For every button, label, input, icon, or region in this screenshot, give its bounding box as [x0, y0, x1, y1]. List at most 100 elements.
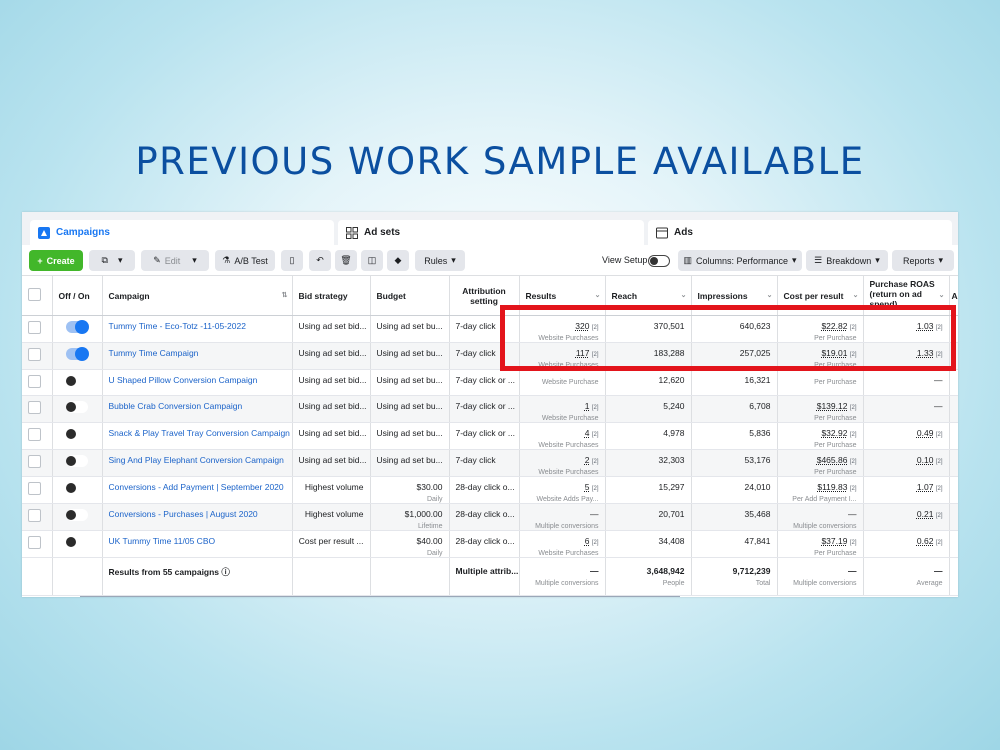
cell-cpr: $465.86 [2] Per Purchase — [777, 449, 864, 477]
row-checkbox[interactable] — [22, 369, 53, 396]
chevron-down-icon: ⌄ — [594, 292, 601, 299]
reports-button[interactable]: Reports ▾ — [892, 250, 954, 271]
campaign-name-link[interactable]: U Shaped Pillow Conversion Campaign — [102, 369, 293, 396]
row-checkbox[interactable] — [22, 476, 53, 504]
reports-label: Reports — [902, 255, 935, 266]
cell-budget: Using ad set bu... — [370, 395, 450, 423]
cell-budget-value: $1,000.00 — [404, 509, 443, 519]
cell-roas-value[interactable]: 0.21 — [917, 509, 934, 519]
cell-cpr-value[interactable]: $119.83 — [817, 482, 847, 492]
view-setup-toggle[interactable] — [648, 255, 670, 267]
cell-reach-value: 20,701 — [658, 509, 685, 519]
cell-roas-value[interactable]: 0.62 — [917, 536, 934, 546]
delivery-toggle[interactable] — [52, 530, 103, 558]
campaign-name-link[interactable]: Bubble Crab Conversion Campaign — [102, 395, 293, 423]
delivery-toggle[interactable] — [52, 422, 103, 450]
cell-results: — Multiple conversions — [519, 503, 606, 531]
select-all-checkbox[interactable] — [22, 275, 53, 316]
row-checkbox[interactable] — [22, 315, 53, 343]
cell-bid: Using ad set bid... — [292, 449, 371, 477]
scrollbar-line — [80, 596, 680, 597]
delivery-toggle[interactable] — [52, 503, 103, 531]
tag-button[interactable]: ◆ — [387, 250, 409, 271]
cell-cpr-value[interactable]: $465.86 — [817, 455, 848, 465]
delivery-toggle[interactable] — [52, 315, 103, 343]
row-checkbox[interactable] — [22, 395, 53, 423]
edit-button[interactable]: ✎ Edit ▾ — [141, 250, 209, 271]
chevron-down-icon: ⌄ — [680, 292, 687, 299]
col-campaign[interactable]: Campaign ⇅ — [102, 275, 293, 316]
ab-test-label: A/B Test — [234, 255, 268, 266]
trash-button[interactable]: 🗑 — [335, 250, 357, 271]
campaign-name-link[interactable]: UK Tummy Time 11/05 CBO — [102, 530, 293, 558]
cell-roas-value[interactable]: 1.07 — [917, 482, 934, 492]
preview-button[interactable]: ◫ — [361, 250, 383, 271]
row-checkbox[interactable] — [22, 530, 53, 558]
cell-bid: Using ad set bid... — [292, 395, 371, 423]
col-reach-label: Reach — [611, 290, 638, 301]
cell-impressions: 5,836 — [691, 422, 778, 450]
toolbar: + Create ⧉ ▾ ✎ Edit ▾ ⚗ A/B Test ▯ ↶ 🗑 ◫ … — [22, 245, 958, 275]
tab-ad-sets[interactable]: Ad sets — [338, 220, 644, 245]
cell-results-sub: Website Purchase — [541, 415, 599, 422]
undo-button[interactable]: ↶ — [309, 250, 331, 271]
delete-draft-button[interactable]: ▯ — [281, 250, 303, 271]
preview-icon: ◫ — [367, 255, 377, 265]
row-checkbox[interactable] — [22, 449, 53, 477]
cell-impressions-value: 6,708 — [749, 401, 771, 411]
cell-roas: 0.21 [2] — [863, 503, 950, 531]
cell-results-value[interactable]: 2 — [585, 455, 590, 465]
ads-manager-panel: Campaigns Ad sets Ads + Create ⧉ ▾ ✎ Edit… — [22, 212, 958, 597]
totals-row: Results from 55 campaigns ⓘ Multiple att… — [22, 557, 958, 596]
campaign-name-link[interactable]: Sing And Play Elephant Conversion Campai… — [102, 449, 293, 477]
breakdown-button[interactable]: ☰ Breakdown ▾ — [806, 250, 888, 271]
delivery-toggle[interactable] — [52, 476, 103, 504]
columns-button[interactable]: ▥ Columns: Performance ▾ — [678, 250, 802, 271]
row-checkbox[interactable] — [22, 422, 53, 450]
delivery-toggle[interactable] — [52, 449, 103, 477]
totals-reach-sub: People — [662, 580, 685, 587]
campaign-name-link[interactable]: Tummy Time Campaign — [102, 342, 293, 370]
cell-budget: Using ad set bu... — [370, 369, 450, 396]
row-checkbox[interactable] — [22, 342, 53, 370]
rules-button[interactable]: Rules ▾ — [415, 250, 465, 271]
cell-budget-value: Using ad set bu... — [376, 455, 443, 465]
delivery-toggle[interactable] — [52, 395, 103, 423]
cell-bid: Using ad set bid... — [292, 315, 371, 343]
campaign-name-link[interactable]: Conversions - Purchases | August 2020 — [102, 503, 293, 531]
cell-roas-value[interactable]: 0.49 — [917, 428, 934, 438]
cell-results-value[interactable]: 5 — [585, 482, 590, 492]
cell-results-value[interactable]: 6 — [585, 536, 590, 546]
cell-cpr-value[interactable]: $37.19 — [821, 536, 847, 546]
cell-bid: Cost per result ... — [292, 530, 371, 558]
campaign-name-link[interactable]: Conversions - Add Payment | September 20… — [102, 476, 293, 504]
campaign-name-link[interactable]: Snack & Play Travel Tray Conversion Camp… — [102, 422, 293, 450]
col-budget[interactable]: Budget — [370, 275, 450, 316]
cell-cpr-value[interactable]: $139.12 — [817, 401, 848, 411]
cell-results-value[interactable]: 1 — [585, 401, 590, 411]
cell-cpr-value[interactable]: $32.92 — [821, 428, 847, 438]
row-checkbox[interactable] — [22, 503, 53, 531]
totals-results: — Multiple conversions — [519, 557, 606, 596]
cell-bid: Using ad set bid... — [292, 422, 371, 450]
cell-budget-sub: Daily — [426, 550, 443, 557]
cell-bid: Highest volume — [292, 503, 371, 531]
info-mark-icon: [2] — [935, 486, 943, 492]
ab-test-button[interactable]: ⚗ A/B Test — [215, 250, 275, 271]
campaign-flag-icon — [38, 226, 50, 239]
duplicate-button[interactable]: ⧉ ▾ — [89, 250, 135, 271]
delivery-toggle[interactable] — [52, 369, 103, 396]
cell-cpr: Per Purchase — [777, 369, 864, 396]
cell-reach: 12,620 — [605, 369, 692, 396]
cell-results-value[interactable]: 4 — [585, 428, 590, 438]
delivery-toggle[interactable] — [52, 342, 103, 370]
tab-ads[interactable]: Ads — [648, 220, 952, 245]
campaign-name-link[interactable]: Tummy Time - Eco-Totz -11-05-2022 — [102, 315, 293, 343]
create-button[interactable]: + Create — [29, 250, 83, 271]
col-bid-strategy[interactable]: Bid strategy — [292, 275, 371, 316]
columns-icon: ▥ — [683, 255, 692, 265]
cell-roas-value[interactable]: 0.10 — [917, 455, 934, 465]
cell-attribution: 28-day click o... — [449, 503, 520, 531]
tab-campaigns[interactable]: Campaigns — [30, 220, 334, 245]
chevron-down-icon: ▾ — [792, 255, 797, 265]
